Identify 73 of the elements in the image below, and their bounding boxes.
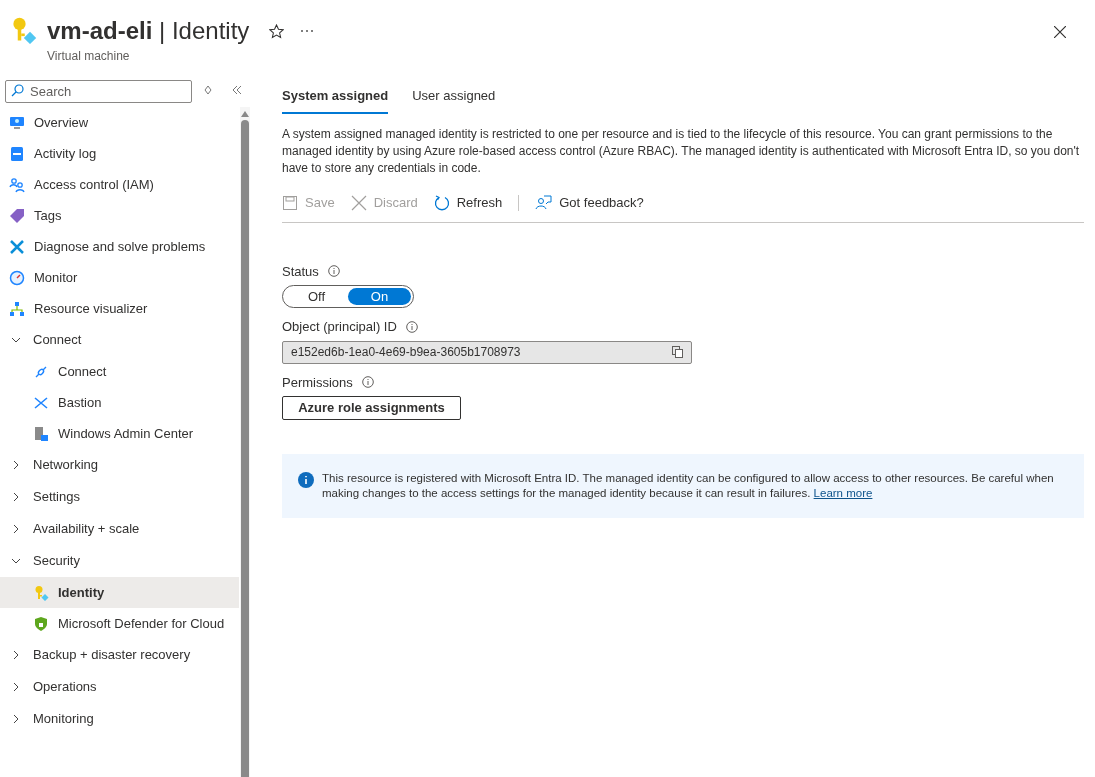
scroll-up-icon[interactable] — [241, 111, 249, 117]
nav-item[interactable]: Resource visualizer — [0, 293, 240, 324]
learn-more-link[interactable]: Learn more — [813, 487, 873, 499]
nav-item[interactable]: Access control (IAM) — [0, 169, 240, 200]
chevron-icon — [11, 524, 21, 534]
nav-item[interactable]: Monitor — [0, 262, 240, 293]
nav-item[interactable]: Connect — [0, 356, 240, 387]
toolbar-button[interactable]: Got feedback? — [535, 193, 644, 213]
nav-item[interactable]: Tags — [0, 200, 240, 231]
toggle-option[interactable]: Off — [285, 288, 348, 305]
search-icon — [11, 83, 24, 97]
log-icon — [9, 146, 25, 162]
tab[interactable]: User assigned — [412, 86, 496, 114]
nav-item[interactable]: Activity log — [0, 138, 240, 169]
gauge-icon — [9, 270, 25, 286]
info-message: This resource is registered with Microsoft Entra ID. The managed identity can be configured to allow access to other resources. Be careful when making changes to the access settings for the managed identity because it can result in failures. Learn more — [322, 471, 1055, 501]
chevron-icon — [11, 492, 21, 502]
nav-item[interactable]: Diagnose and solve problems — [0, 231, 240, 262]
nav-item[interactable]: Microsoft Defender for Cloud — [0, 608, 240, 639]
info-icon[interactable] — [361, 376, 374, 389]
chevron-icon — [11, 460, 21, 470]
hierarchy-icon — [9, 301, 25, 317]
close-icon[interactable] — [1054, 26, 1066, 38]
page-title: vm-ad-eli | Identity — [47, 16, 250, 46]
crossed-arrows-icon — [33, 395, 49, 411]
info-icon — [298, 472, 314, 488]
copy-icon[interactable] — [672, 346, 683, 358]
chevron-icon — [11, 556, 21, 566]
collapse-icon[interactable] — [232, 86, 242, 94]
nav-group[interactable]: Backup + disaster recovery — [0, 639, 240, 671]
field-label: Status — [282, 262, 319, 281]
shield-icon — [33, 616, 49, 632]
sort-icon[interactable] — [204, 85, 212, 95]
close-icon — [350, 195, 367, 211]
nav-group[interactable]: Settings — [0, 481, 240, 513]
people-icon — [9, 177, 25, 193]
nav-group[interactable]: Connect — [0, 324, 240, 356]
role-assignments-button[interactable]: Azure role assignments — [282, 396, 461, 420]
chevron-icon — [11, 335, 21, 345]
object-id-field[interactable]: e152ed6b-1ea0-4e69-b9ea-3605b1708973 — [282, 340, 692, 364]
nav-group[interactable]: Monitoring — [0, 703, 240, 735]
nav-group[interactable]: Networking — [0, 449, 240, 481]
wrench-icon — [9, 239, 25, 255]
field-label: Permissions — [282, 373, 353, 392]
plug-icon — [33, 364, 49, 380]
nav-item[interactable]: Bastion — [0, 387, 240, 418]
chevron-icon — [11, 682, 21, 692]
tab[interactable]: System assigned — [282, 86, 389, 114]
nav-group[interactable]: Operations — [0, 671, 240, 703]
nav-item[interactable]: Overview — [0, 107, 240, 138]
info-icon[interactable] — [405, 320, 418, 333]
server-icon — [33, 426, 49, 442]
more-icon[interactable] — [300, 29, 315, 33]
toggle-option[interactable]: On — [348, 288, 411, 305]
chevron-icon — [11, 650, 21, 660]
key-icon — [33, 585, 49, 601]
refresh-icon — [433, 195, 450, 211]
feedback-icon — [535, 195, 553, 211]
nav-item[interactable]: Identity — [0, 577, 240, 608]
save-icon — [282, 195, 298, 211]
nav-item[interactable]: Windows Admin Center — [0, 418, 240, 449]
star-icon[interactable] — [269, 23, 285, 39]
chevron-icon — [11, 714, 21, 724]
monitor-icon — [9, 115, 25, 131]
nav-group[interactable]: Security — [0, 545, 240, 577]
tag-icon — [9, 208, 25, 224]
nav-group[interactable]: Availability + scale — [0, 513, 240, 545]
resource-type: Virtual machine — [47, 48, 131, 65]
info-icon[interactable] — [327, 265, 340, 278]
description: A system assigned managed identity is restricted to one per resource and is tied to the lifecycle of this resource. You can grant permissions to the managed identity by using Azure role-based access control (Azure RBAC). The managed identity is authenticated with Microsoft Entra ID, so you don't have to store any credentials in code. — [282, 125, 1081, 177]
search-field[interactable]: Search — [5, 79, 192, 103]
toolbar-button[interactable]: Refresh — [433, 193, 503, 213]
field-label: Object (principal) ID — [282, 318, 397, 336]
